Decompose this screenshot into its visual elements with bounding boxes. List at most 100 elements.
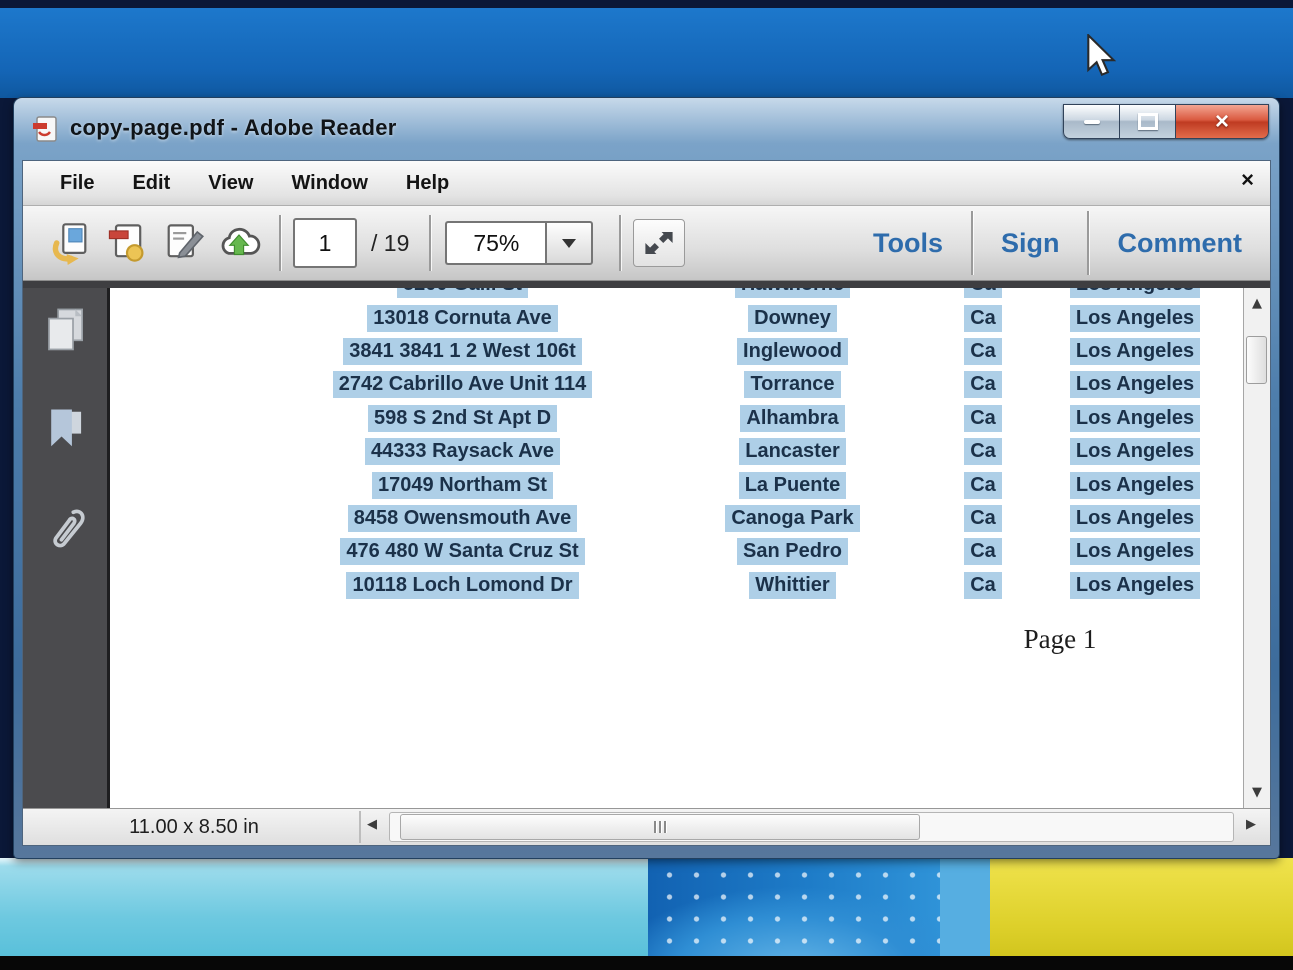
scrollbar-grip-icon	[659, 821, 661, 833]
window-controls: ×	[1063, 104, 1269, 139]
bookmarks-icon[interactable]	[42, 406, 88, 452]
adobe-reader-window: copy-page.pdf - Adobe Reader × File Edit…	[14, 98, 1279, 858]
page-thumbnails-icon[interactable]	[42, 306, 88, 354]
export-pdf-button[interactable]	[99, 215, 155, 271]
cell-city: Alhambra	[675, 402, 910, 435]
cell-county: Los Angeles	[1040, 288, 1230, 301]
menu-window[interactable]: Window	[272, 172, 386, 195]
horizontal-scrollbar-thumb[interactable]	[400, 814, 920, 840]
zoom-dropdown-button[interactable]	[545, 221, 593, 265]
wallpaper-yellow-region	[990, 858, 1293, 956]
scroll-right-icon[interactable]: ▶	[1246, 817, 1256, 832]
cell-address: 598 S 2nd St Apt D	[225, 402, 700, 435]
cell-county: Los Angeles	[1040, 468, 1230, 501]
cell-county: Los Angeles	[1040, 335, 1230, 368]
cell-address: 10118 Loch Lomond Dr	[225, 569, 700, 602]
close-button[interactable]: ×	[1176, 104, 1269, 139]
cloud-upload-icon	[216, 220, 262, 266]
cell-address: 2742 Cabrillo Ave Unit 114	[225, 368, 700, 401]
scroll-up-icon[interactable]: ▲	[1244, 296, 1270, 311]
cell-address: 44333 Raysack Ave	[225, 435, 700, 468]
table-row: 8458 Owensmouth Ave Canoga Park Ca Los A…	[110, 502, 1243, 535]
table-rows: 5200 Galli St Hawthorne Ca Los Angeles 1…	[110, 288, 1243, 602]
menu-edit[interactable]: Edit	[113, 172, 189, 195]
fit-page-button[interactable]	[633, 219, 685, 267]
screen-letterbox-bottom	[0, 956, 1293, 970]
scroll-left-icon[interactable]: ◀	[367, 817, 377, 832]
fit-page-icon	[642, 226, 676, 260]
page-size-indicator: 11.00 x 8.50 in	[29, 811, 361, 843]
cell-county: Los Angeles	[1040, 301, 1230, 334]
page-number-input[interactable]	[293, 218, 357, 268]
cell-city: San Pedro	[675, 535, 910, 568]
tools-button[interactable]: Tools	[867, 228, 949, 259]
wallpaper-cyan-region	[0, 858, 648, 956]
toolbar-separator	[619, 215, 621, 271]
cell-city: Hawthorne	[675, 288, 910, 301]
toolbar-separator	[279, 215, 281, 271]
document-page[interactable]: 5200 Galli St Hawthorne Ca Los Angeles 1…	[110, 288, 1243, 808]
menu-file[interactable]: File	[41, 172, 113, 195]
zoom-control: 75%	[445, 221, 593, 265]
scrollbar-grip-icon	[654, 821, 656, 833]
scrollbar-grip-icon	[664, 821, 666, 833]
menubar: File Edit View Window Help ×	[23, 161, 1270, 206]
cloud-upload-button[interactable]	[211, 215, 267, 271]
table-row: 476 480 W Santa Cruz St San Pedro Ca Los…	[110, 535, 1243, 568]
window-titlebar[interactable]: copy-page.pdf - Adobe Reader ×	[14, 98, 1279, 160]
cell-state: Ca	[945, 368, 1021, 401]
cell-state: Ca	[945, 569, 1021, 602]
mouse-cursor	[1086, 34, 1116, 78]
scroll-down-icon[interactable]: ▼	[1244, 785, 1270, 800]
table-row: 3841 3841 1 2 West 106t Inglewood Ca Los…	[110, 335, 1243, 368]
horizontal-scrollbar[interactable]	[389, 812, 1234, 842]
maximize-button[interactable]	[1120, 104, 1176, 139]
toolbar-separator	[971, 211, 973, 275]
cell-city: La Puente	[675, 468, 910, 501]
toolbar-separator	[429, 215, 431, 271]
table-row: 13018 Cornuta Ave Downey Ca Los Angeles	[110, 301, 1243, 334]
table-row: 598 S 2nd St Apt D Alhambra Ca Los Angel…	[110, 402, 1243, 435]
attachments-paperclip-icon[interactable]	[43, 504, 87, 556]
cell-city: Canoga Park	[675, 502, 910, 535]
toolbar-separator	[1087, 211, 1089, 275]
window-body: File Edit View Window Help ×	[22, 160, 1271, 846]
open-file-button[interactable]	[43, 215, 99, 271]
table-row: 17049 Northam St La Puente Ca Los Angele…	[110, 468, 1243, 501]
menu-help[interactable]: Help	[387, 172, 468, 195]
minimize-icon	[1084, 120, 1100, 124]
cell-state: Ca	[945, 535, 1021, 568]
cell-state: Ca	[945, 301, 1021, 334]
close-icon: ×	[1215, 110, 1229, 134]
menu-view[interactable]: View	[189, 172, 272, 195]
cell-address: 17049 Northam St	[225, 468, 700, 501]
vertical-scrollbar[interactable]: ▲ ▼	[1243, 288, 1270, 808]
navigation-sidebar	[23, 288, 110, 808]
cell-state: Ca	[945, 402, 1021, 435]
wallpaper-lightblue-band	[940, 858, 990, 956]
cell-address: 13018 Cornuta Ave	[225, 301, 700, 334]
cell-city: Inglewood	[675, 335, 910, 368]
vertical-scrollbar-thumb[interactable]	[1246, 336, 1267, 384]
fill-sign-button[interactable]	[155, 215, 211, 271]
cell-city: Lancaster	[675, 435, 910, 468]
cell-city: Downey	[675, 301, 910, 334]
cell-state: Ca	[945, 288, 1021, 301]
cell-state: Ca	[945, 502, 1021, 535]
table-row: 5200 Galli St Hawthorne Ca Los Angeles	[110, 288, 1243, 301]
cell-state: Ca	[945, 468, 1021, 501]
minimize-button[interactable]	[1063, 104, 1120, 139]
content-area: 5200 Galli St Hawthorne Ca Los Angeles 1…	[23, 281, 1270, 808]
table-row: 44333 Raysack Ave Lancaster Ca Los Angel…	[110, 435, 1243, 468]
table-row: 2742 Cabrillo Ave Unit 114 Torrance Ca L…	[110, 368, 1243, 401]
open-icon	[49, 221, 93, 265]
maximize-icon	[1138, 113, 1158, 130]
zoom-level-value[interactable]: 75%	[445, 221, 545, 265]
document-close-icon[interactable]: ×	[1241, 169, 1254, 191]
cell-address: 5200 Galli St	[225, 288, 700, 301]
comment-button[interactable]: Comment	[1111, 228, 1248, 259]
sign-button[interactable]: Sign	[995, 228, 1066, 259]
cell-address: 3841 3841 1 2 West 106t	[225, 335, 700, 368]
chevron-down-icon	[562, 239, 576, 248]
cell-address: 476 480 W Santa Cruz St	[225, 535, 700, 568]
